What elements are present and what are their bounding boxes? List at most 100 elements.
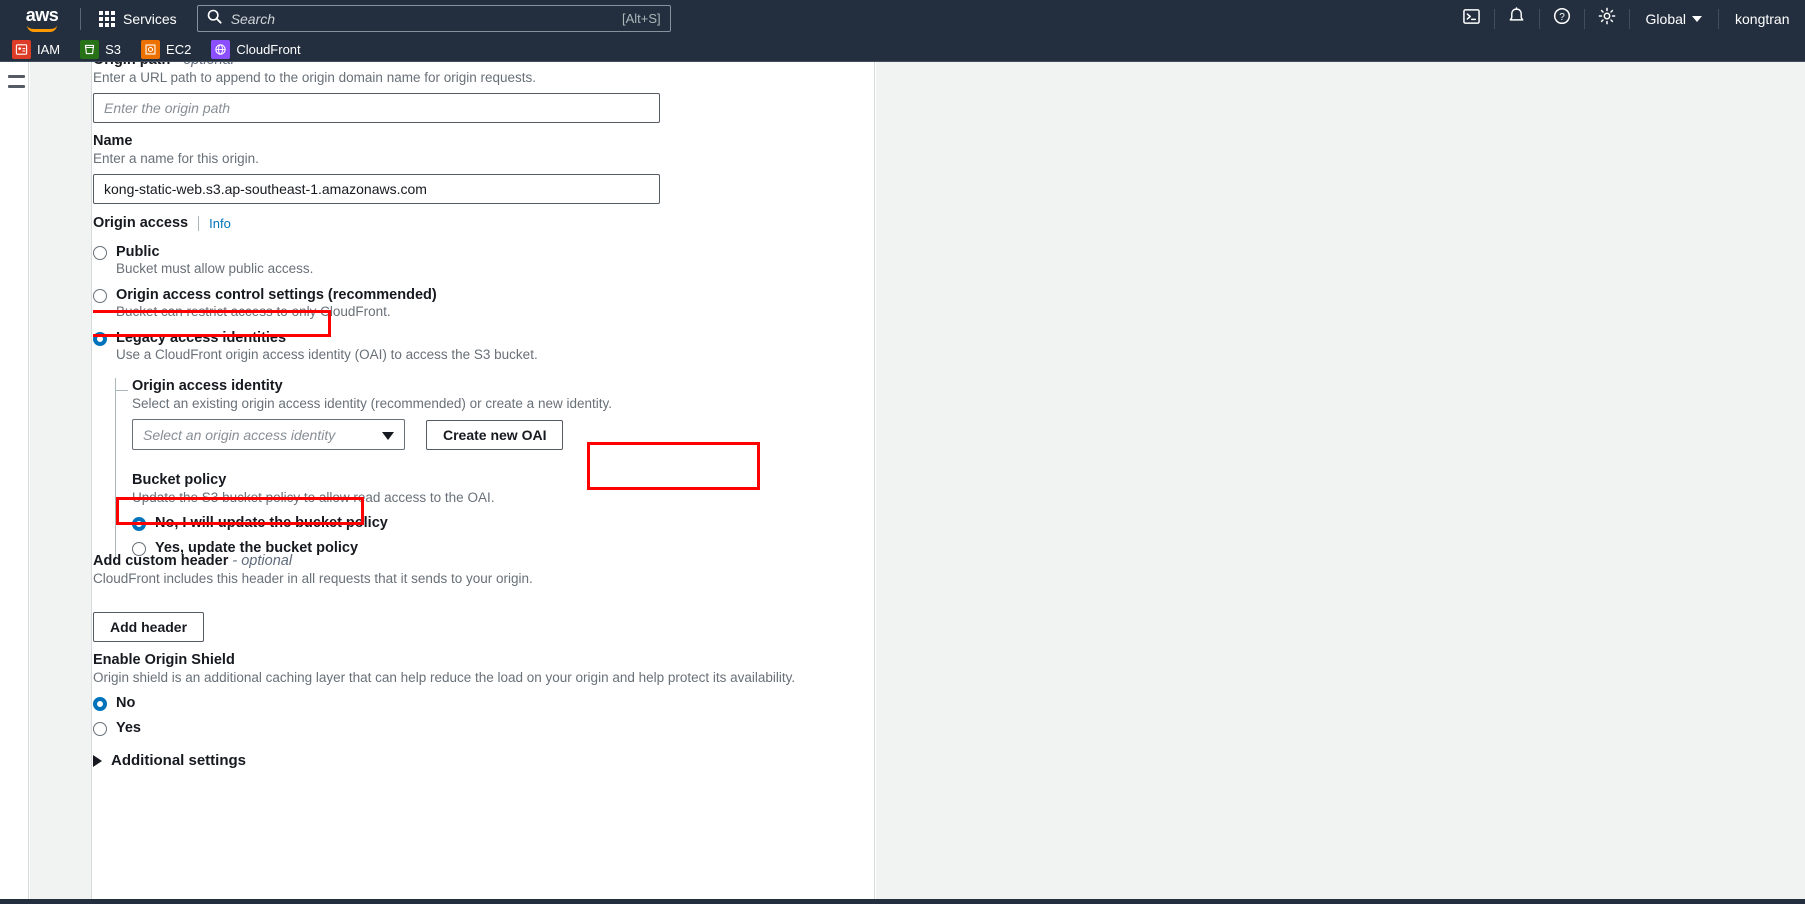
origin-shield-field: Enable Origin Shield Origin shield is an… xyxy=(93,652,874,736)
additional-settings-disclosure[interactable]: Additional settings xyxy=(93,752,246,769)
search-placeholder-text: Search xyxy=(230,10,276,27)
account-menu[interactable]: kongtran xyxy=(1719,11,1805,27)
label-separator xyxy=(198,215,200,231)
header-right-cluster: ? Global kongtran xyxy=(1450,0,1805,37)
radio-button-bucket-policy-no[interactable] xyxy=(132,517,146,531)
origin-access-identity-label: Origin access identity xyxy=(132,378,283,394)
region-selector[interactable]: Global xyxy=(1630,0,1718,37)
origin-path-label-text: Origin path xyxy=(93,62,170,68)
side-gutter xyxy=(30,62,92,900)
services-menu-label: Services xyxy=(123,10,177,27)
radio-button-origin-shield-yes[interactable] xyxy=(93,722,107,736)
cloudfront-icon xyxy=(211,39,231,59)
create-new-oai-button[interactable]: Create new OAI xyxy=(426,419,564,450)
aws-global-header: aws Services Search [Alt+S] ? Global kon… xyxy=(0,0,1805,37)
radio-label-oac: Origin access control settings (recommen… xyxy=(116,287,437,303)
service-shortcut-iam[interactable]: IAM xyxy=(12,39,61,59)
origin-path-label: Origin path - optional xyxy=(93,62,874,68)
s3-bucket-icon xyxy=(80,39,100,59)
bottom-edge-bar xyxy=(0,899,1805,904)
aws-smile-icon xyxy=(27,25,57,32)
radio-option-origin-shield-no[interactable]: No xyxy=(93,695,874,711)
iam-icon xyxy=(12,39,31,59)
radio-option-bucket-policy-no[interactable]: No, I will update the bucket policy xyxy=(132,515,874,531)
origin-access-identity-field: Origin access identity Select an existin… xyxy=(132,378,874,450)
custom-header-description: CloudFront includes this header in all r… xyxy=(93,571,533,586)
origin-shield-description: Origin shield is an additional caching l… xyxy=(93,670,796,685)
radio-option-origin-shield-yes[interactable]: Yes xyxy=(93,720,874,736)
origin-access-identity-select[interactable]: Select an origin access identity xyxy=(132,419,405,450)
custom-header-label: Add custom header - optional xyxy=(93,553,874,569)
question-circle-icon: ? xyxy=(1553,7,1571,30)
legacy-nested-block: Origin access identity Select an existin… xyxy=(115,378,874,560)
service-shortcut-s3[interactable]: S3 xyxy=(80,39,122,59)
header-divider xyxy=(80,7,81,30)
origin-name-input[interactable]: kong-static-web.s3.ap-southeast-1.amazon… xyxy=(93,174,660,204)
chevron-down-icon xyxy=(382,427,394,443)
page-body: Origin path - optional Enter a URL path … xyxy=(0,62,1805,900)
origin-access-label: Origin access xyxy=(93,215,189,231)
origin-access-info-link[interactable]: Info xyxy=(209,216,231,231)
search-shortcut-hint: [Alt+S] xyxy=(622,11,661,26)
radio-button-legacy-access-identities[interactable] xyxy=(93,332,107,346)
bucket-policy-description: Update the S3 bucket policy to allow rea… xyxy=(132,490,495,505)
service-shortcut-ec2[interactable]: EC2 xyxy=(141,39,192,59)
radio-description-oac: Bucket can restrict access to only Cloud… xyxy=(116,304,391,319)
origin-name-description: Enter a name for this origin. xyxy=(93,151,259,166)
radio-description-public: Bucket must allow public access. xyxy=(116,261,314,276)
radio-button-origin-shield-no[interactable] xyxy=(93,697,107,711)
ec2-icon xyxy=(141,39,161,59)
service-shortcut-cloudfront[interactable]: CloudFront xyxy=(211,39,301,59)
origin-settings-form-panel: Origin path - optional Enter a URL path … xyxy=(93,62,875,900)
chevron-right-icon xyxy=(93,754,102,767)
aws-logo[interactable]: aws xyxy=(14,6,70,32)
radio-button-oac[interactable] xyxy=(93,289,107,303)
origin-access-group: Origin access Info Public Bucket must al… xyxy=(93,215,874,560)
radio-label-legacy-access-identities: Legacy access identities xyxy=(116,330,287,346)
custom-header-label-text: Add custom header xyxy=(93,553,229,569)
region-label: Global xyxy=(1645,10,1686,27)
custom-header-field: Add custom header - optional CloudFront … xyxy=(93,553,874,642)
radio-label-bucket-policy-no: No, I will update the bucket policy xyxy=(155,515,388,531)
right-background xyxy=(876,62,1805,900)
origin-name-field: Name Enter a name for this origin. kong-… xyxy=(93,133,874,204)
radio-option-legacy-access-identities[interactable]: Legacy access identities Use a CloudFron… xyxy=(93,330,874,362)
origin-shield-label: Enable Origin Shield xyxy=(93,652,235,668)
radio-row: Origin access control settings (recommen… xyxy=(93,287,874,303)
service-shortcut-label: CloudFront xyxy=(236,41,301,57)
radio-option-public[interactable]: Public Bucket must allow public access. xyxy=(93,244,874,276)
radio-option-oac[interactable]: Origin access control settings (recommen… xyxy=(93,287,874,319)
radio-button-public[interactable] xyxy=(93,246,107,260)
aws-wordmark: aws xyxy=(25,4,59,25)
help-button[interactable]: ? xyxy=(1540,0,1584,37)
origin-name-label: Name xyxy=(93,133,133,149)
origin-path-optional-suffix: - optional xyxy=(174,62,234,68)
gear-icon xyxy=(1598,7,1616,30)
add-header-button[interactable]: Add header xyxy=(93,612,205,642)
radio-label-origin-shield-yes: Yes xyxy=(116,720,141,736)
service-shortcut-label: S3 xyxy=(105,41,122,57)
origin-path-description: Enter a URL path to append to the origin… xyxy=(93,70,537,85)
cloudshell-button[interactable] xyxy=(1450,0,1494,37)
radio-row: Legacy access identities xyxy=(93,330,874,346)
bell-icon xyxy=(1508,7,1525,30)
origin-access-label-row: Origin access Info xyxy=(93,215,874,231)
service-shortcut-label: EC2 xyxy=(166,41,192,57)
settings-button[interactable] xyxy=(1585,0,1629,37)
radio-row: Public xyxy=(93,244,874,260)
search-icon xyxy=(207,9,222,29)
notifications-button[interactable] xyxy=(1495,0,1539,37)
chevron-down-icon xyxy=(1692,15,1702,22)
search-input[interactable]: Search [Alt+S] xyxy=(196,5,671,32)
hamburger-menu-icon[interactable] xyxy=(8,75,25,88)
left-rail xyxy=(0,62,29,900)
service-shortcut-label: IAM xyxy=(37,41,61,57)
additional-settings-label: Additional settings xyxy=(111,752,246,769)
service-shortcut-bar: IAM S3 EC2 CloudFront xyxy=(0,37,1805,62)
radio-label-public: Public xyxy=(116,244,160,260)
disclosure-row: Additional settings xyxy=(93,752,246,769)
origin-path-input[interactable]: Enter the origin path xyxy=(93,93,660,123)
services-menu-button[interactable]: Services xyxy=(91,6,185,32)
origin-access-identity-select-value: Select an origin access identity xyxy=(143,426,336,443)
grid-icon xyxy=(99,10,115,27)
